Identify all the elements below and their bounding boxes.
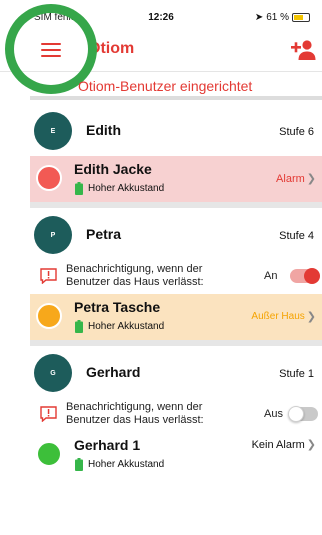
user-header-petra[interactable]: P Petra Stufe 4 [30, 208, 322, 260]
location-arrow-icon: ➤ [254, 12, 264, 23]
hamburger-menu-icon[interactable] [40, 40, 62, 60]
user-level: Stufe 4 [279, 230, 314, 242]
device-status-label: Alarm [276, 172, 305, 185]
alert-message-icon [40, 406, 57, 422]
avatar: G [34, 354, 72, 392]
user-name: Edith [86, 122, 121, 138]
battery-level-icon [292, 13, 310, 22]
user-header-gerhard[interactable]: G Gerhard Stufe 1 [30, 346, 322, 398]
user-level: Stufe 1 [279, 368, 314, 380]
device-status-label: Außer Haus [251, 311, 305, 322]
battery-status: Hoher Akkustand [88, 459, 165, 470]
device-name: Edith Jacke [74, 161, 152, 177]
away-status-dot [36, 303, 62, 329]
user-list: E Edith Stufe 6 Edith Jacke Hoher Akkust… [30, 104, 322, 478]
notification-row-petra: Benachrichtigung, wenn der Benutzer das … [30, 260, 322, 294]
battery-icon [75, 458, 83, 471]
alert-message-icon [40, 268, 57, 284]
device-status[interactable]: Alarm ❯ [276, 172, 316, 186]
status-right: ➤ 61 % [255, 12, 310, 23]
alarm-status-dot [36, 165, 62, 191]
status-bar: SIM fehlt 12:26 ➤ 61 % [0, 0, 322, 34]
device-row-petra-tasche[interactable]: Petra Tasche Hoher Akkustand Außer Haus … [30, 294, 322, 340]
user-level: Stufe 6 [279, 126, 314, 138]
device-status[interactable]: Außer Haus ❯ [251, 310, 316, 323]
device-name: Gerhard 1 [74, 437, 141, 453]
add-user-icon[interactable] [290, 38, 316, 62]
ok-status-dot [36, 441, 62, 467]
notification-text: Benachrichtigung, wenn der Benutzer das … [66, 401, 204, 426]
notification-row-gerhard: Benachrichtigung, wenn der Benutzer das … [30, 398, 322, 432]
notification-text: Benachrichtigung, wenn der Benutzer das … [66, 263, 204, 288]
avatar: E [34, 112, 72, 150]
device-status[interactable]: Kein Alarm ❯ [251, 438, 316, 452]
device-name: Petra Tasche [74, 299, 161, 315]
user-name: Gerhard [86, 364, 141, 380]
chevron-right-icon: ❯ [306, 311, 316, 323]
leave-home-toggle[interactable] [290, 268, 320, 284]
battery-icon [75, 320, 83, 333]
battery-percent: 61 % [266, 12, 289, 23]
battery-status: Hoher Akkustand [88, 321, 165, 332]
app-bar: Otiom [0, 30, 322, 72]
chevron-right-icon: ❯ [306, 173, 316, 185]
notification-state: Aus [264, 408, 283, 420]
app-title: Otiom [88, 40, 135, 57]
banner-text: Otiom-Benutzer eingerichtet [78, 78, 253, 94]
battery-icon [75, 182, 83, 195]
device-row-gerhard-1[interactable]: Gerhard 1 Hoher Akkustand Kein Alarm ❯ [30, 432, 322, 478]
device-row-edith-jacke[interactable]: Edith Jacke Hoher Akkustand Alarm ❯ [30, 156, 322, 202]
notification-state: An [264, 270, 278, 282]
battery-status: Hoher Akkustand [88, 183, 165, 194]
setup-banner: Otiom-Benutzer eingerichtet [30, 78, 322, 100]
device-status-label: Kein Alarm [251, 438, 305, 451]
chevron-right-icon: ❯ [306, 439, 316, 451]
user-header-edith[interactable]: E Edith Stufe 6 [30, 104, 322, 156]
leave-home-toggle[interactable] [288, 406, 318, 422]
user-name: Petra [86, 226, 122, 242]
avatar: P [34, 216, 72, 254]
